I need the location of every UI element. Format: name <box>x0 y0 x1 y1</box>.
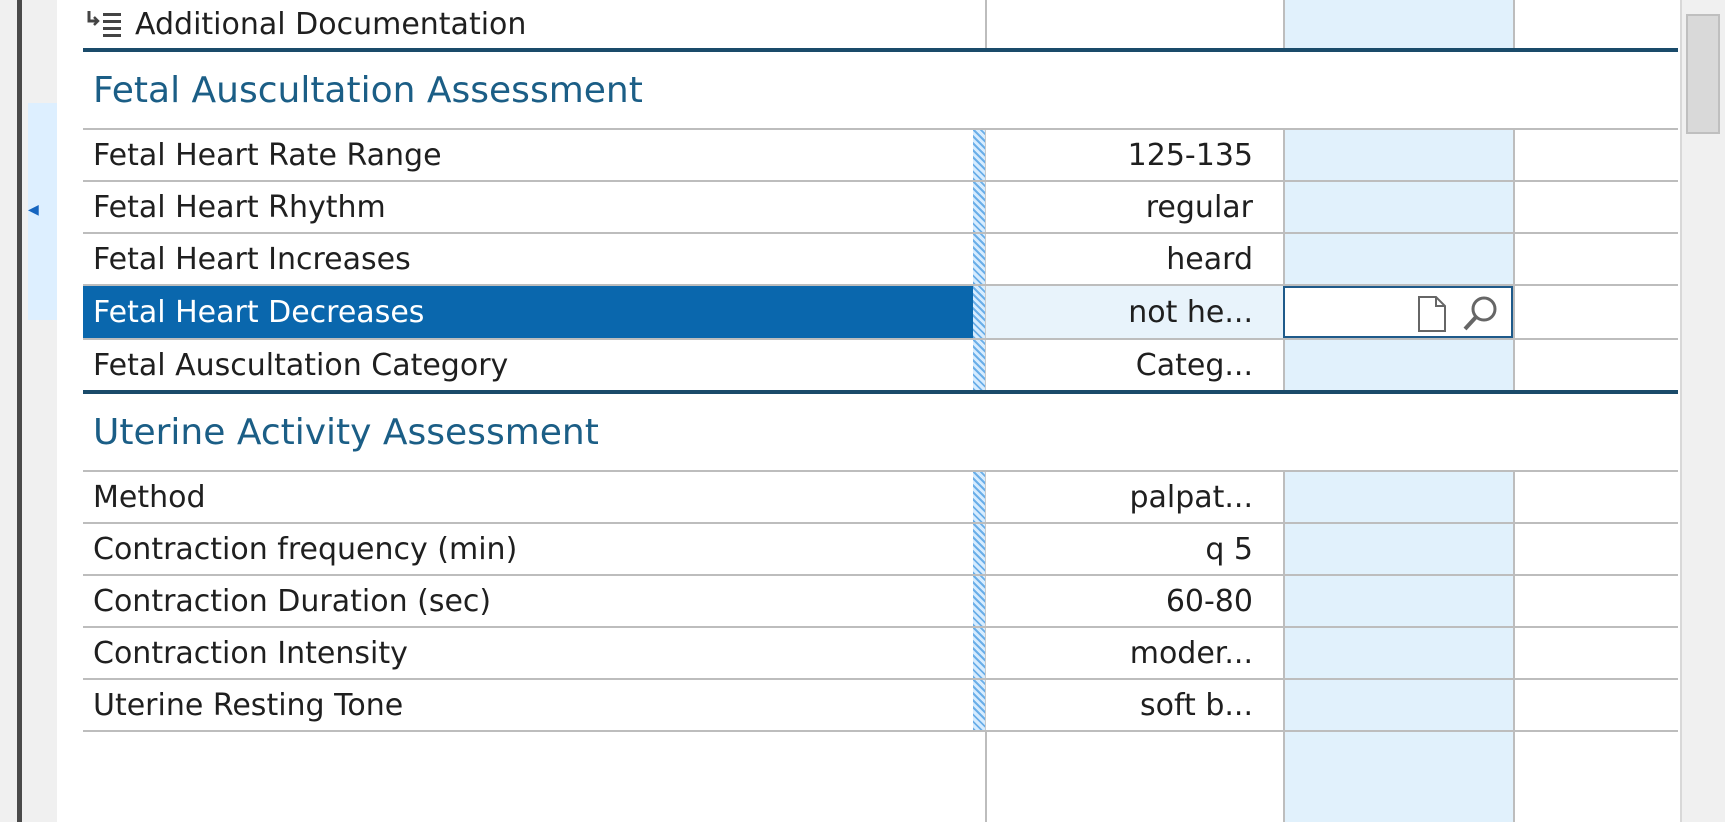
additional-documentation-value <box>985 0 1283 48</box>
row-hatch-marker <box>973 524 985 574</box>
additional-documentation-entry[interactable] <box>1283 0 1513 48</box>
row-value[interactable]: Categ... <box>985 340 1283 390</box>
row-label[interactable]: Fetal Auscultation Category <box>83 340 973 390</box>
table-row-partial[interactable] <box>83 732 1678 822</box>
row-entry-cell[interactable] <box>1283 524 1513 574</box>
row-label[interactable]: Contraction frequency (min) <box>83 524 973 574</box>
table-row[interactable]: Fetal Heart Rhythm regular <box>83 182 1678 234</box>
row-hatch-marker <box>973 680 985 730</box>
row-hatch-marker <box>973 628 985 678</box>
table-row[interactable]: Contraction frequency (min) q 5 <box>83 524 1678 576</box>
table-row[interactable]: Fetal Heart Increases heard <box>83 234 1678 286</box>
row-value[interactable]: not he... <box>985 286 1283 338</box>
table-row[interactable]: Contraction Intensity moder... <box>83 628 1678 680</box>
additional-documentation-row[interactable]: Additional Documentation <box>83 0 1678 48</box>
row-entry-cell[interactable] <box>1283 234 1513 284</box>
active-entry-editor[interactable] <box>1283 286 1513 338</box>
row-label[interactable]: Fetal Heart Rate Range <box>83 130 973 180</box>
row-entry-cell[interactable] <box>1283 680 1513 730</box>
table-row[interactable]: Contraction Duration (sec) 60-80 <box>83 576 1678 628</box>
row-value[interactable]: soft b... <box>985 680 1283 730</box>
row-value[interactable]: heard <box>985 234 1283 284</box>
section-header-uterine-activity[interactable]: Uterine Activity Assessment <box>83 390 1678 472</box>
row-entry-cell[interactable] <box>1283 628 1513 678</box>
table-row-selected[interactable]: Fetal Heart Decreases not he... <box>83 286 1678 340</box>
row-entry-cell[interactable] <box>1283 472 1513 522</box>
search-icon[interactable] <box>1460 294 1500 334</box>
expand-list-icon <box>87 11 121 37</box>
row-value[interactable]: 60-80 <box>985 576 1283 626</box>
additional-documentation-label[interactable]: Additional Documentation <box>83 0 973 48</box>
row-label-partial[interactable] <box>83 732 973 822</box>
row-value[interactable]: moder... <box>985 628 1283 678</box>
row-entry-cell[interactable] <box>1283 340 1513 390</box>
row-label[interactable]: Uterine Resting Tone <box>83 680 973 730</box>
table-row[interactable]: Fetal Heart Rate Range 125-135 <box>83 130 1678 182</box>
row-hatch-marker <box>973 472 985 522</box>
row-label[interactable]: Fetal Heart Decreases <box>83 286 973 338</box>
section-header-fetal-auscultation[interactable]: Fetal Auscultation Assessment <box>83 48 1678 130</box>
row-label[interactable]: Fetal Heart Rhythm <box>83 182 973 232</box>
row-entry-cell[interactable] <box>1283 576 1513 626</box>
table-row[interactable]: Method palpat... <box>83 472 1678 524</box>
section-title: Fetal Auscultation Assessment <box>93 69 643 111</box>
document-icon[interactable] <box>1417 295 1447 333</box>
row-label[interactable]: Contraction Intensity <box>83 628 973 678</box>
row-value-partial[interactable] <box>985 732 1283 822</box>
row-value[interactable]: palpat... <box>985 472 1283 522</box>
row-label[interactable]: Method <box>83 472 973 522</box>
row-hatch-marker <box>973 234 985 284</box>
row-value[interactable]: 125-135 <box>985 130 1283 180</box>
row-hatch-marker <box>973 340 985 390</box>
row-entry-cell[interactable] <box>1283 732 1513 822</box>
row-entry-cell[interactable] <box>1283 130 1513 180</box>
table-row[interactable]: Fetal Auscultation Category Categ... <box>83 340 1678 390</box>
section-title: Uterine Activity Assessment <box>93 411 599 453</box>
additional-documentation-text: Additional Documentation <box>135 6 527 42</box>
collapse-arrow-icon[interactable]: ◀ <box>28 200 39 220</box>
flowsheet-grid: Additional Documentation Fetal Auscultat… <box>83 0 1678 822</box>
table-row[interactable]: Uterine Resting Tone soft b... <box>83 680 1678 732</box>
row-value[interactable]: regular <box>985 182 1283 232</box>
row-hatch-marker <box>973 576 985 626</box>
row-entry-cell[interactable] <box>1283 182 1513 232</box>
scrollbar-thumb[interactable] <box>1686 14 1720 134</box>
row-value[interactable]: q 5 <box>985 524 1283 574</box>
row-label[interactable]: Contraction Duration (sec) <box>83 576 973 626</box>
left-divider <box>17 0 22 822</box>
row-hatch-marker <box>973 130 985 180</box>
row-label[interactable]: Fetal Heart Increases <box>83 234 973 284</box>
row-hatch-marker <box>973 182 985 232</box>
row-hatch-marker <box>973 286 985 338</box>
